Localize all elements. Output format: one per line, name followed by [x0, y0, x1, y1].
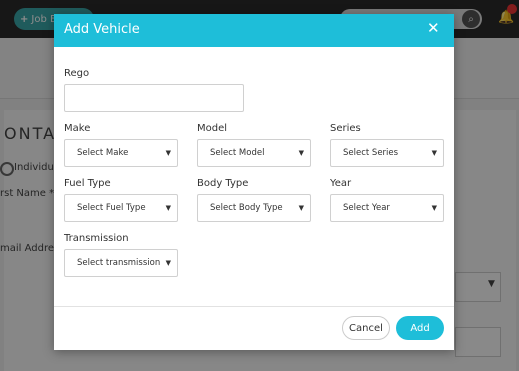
cancel-button[interactable]: Cancel [342, 316, 390, 340]
chevron-down-icon: ▼ [165, 149, 171, 157]
model-label: Model [197, 123, 228, 134]
close-icon[interactable]: ✕ [427, 19, 440, 37]
make-label: Make [64, 123, 91, 134]
rego-label: Rego [64, 68, 90, 79]
year-select[interactable]: Select Year ▼ [330, 194, 444, 222]
fuel-type-select[interactable]: Select Fuel Type ▼ [64, 194, 178, 222]
chevron-down-icon: ▼ [165, 204, 171, 212]
chevron-down-icon: ▼ [298, 149, 304, 157]
model-select-value: Select Model [210, 148, 265, 158]
add-button-label: Add [410, 322, 430, 334]
body-type-label: Body Type [197, 178, 249, 189]
fuel-type-select-value: Select Fuel Type [77, 203, 146, 213]
fuel-type-label: Fuel Type [64, 178, 111, 189]
body-type-select-value: Select Body Type [210, 203, 283, 213]
series-label: Series [330, 123, 361, 134]
add-button[interactable]: Add [396, 316, 444, 340]
transmission-select[interactable]: Select transmission ▼ [64, 249, 178, 277]
series-select[interactable]: Select Series ▼ [330, 139, 444, 167]
year-label: Year [330, 178, 352, 189]
model-select[interactable]: Select Model ▼ [197, 139, 311, 167]
add-vehicle-modal: Add Vehicle ✕ Rego Make Select Make ▼ Mo… [54, 14, 454, 350]
series-select-value: Select Series [343, 148, 399, 158]
chevron-down-icon: ▼ [431, 204, 437, 212]
make-select-value: Select Make [77, 148, 129, 158]
body-type-select[interactable]: Select Body Type ▼ [197, 194, 311, 222]
make-select[interactable]: Select Make ▼ [64, 139, 178, 167]
chevron-down-icon: ▼ [165, 259, 171, 267]
year-select-value: Select Year [343, 203, 390, 213]
cancel-button-label: Cancel [349, 322, 383, 334]
footer-divider [54, 306, 454, 307]
modal-header: Add Vehicle ✕ [54, 14, 454, 47]
chevron-down-icon: ▼ [298, 204, 304, 212]
transmission-select-value: Select transmission [77, 258, 161, 268]
transmission-label: Transmission [64, 233, 129, 244]
modal-title: Add Vehicle [64, 22, 140, 37]
rego-input[interactable] [64, 84, 244, 112]
chevron-down-icon: ▼ [431, 149, 437, 157]
